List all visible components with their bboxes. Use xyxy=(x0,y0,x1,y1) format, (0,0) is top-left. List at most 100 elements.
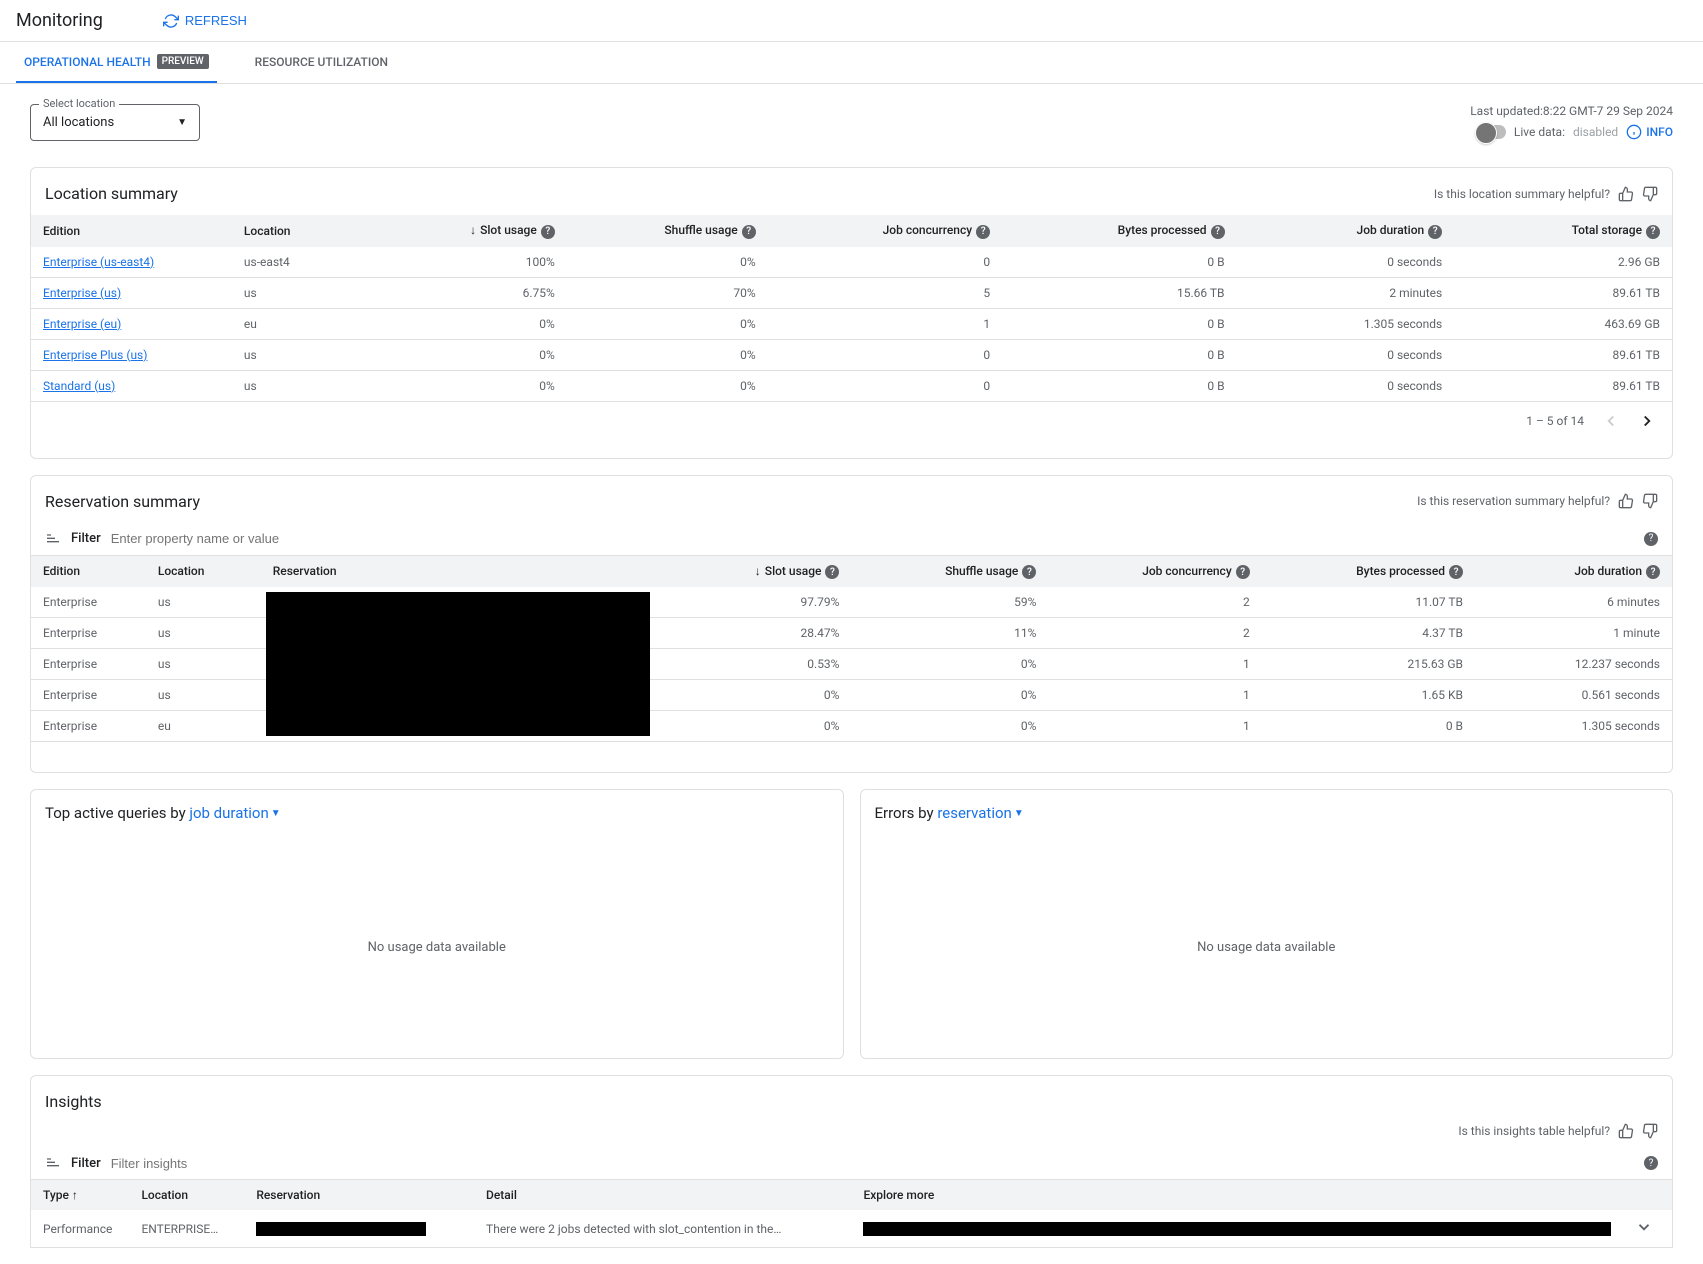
thumb-down-icon[interactable] xyxy=(1642,1123,1658,1139)
cell-job-duration: 0.561 seconds xyxy=(1475,680,1672,711)
top-queries-selector[interactable]: job duration ▼ xyxy=(189,804,280,822)
col-type[interactable]: Type ↑ xyxy=(31,1180,129,1210)
help-icon[interactable]: ? xyxy=(1644,1156,1658,1170)
cell-job-duration: 0 seconds xyxy=(1237,370,1455,401)
sort-asc-icon: ↑ xyxy=(72,1188,78,1202)
errors-selector[interactable]: reservation ▼ xyxy=(937,804,1023,822)
cell-slot-usage: 0% xyxy=(366,339,567,370)
col-explore-more[interactable]: Explore more xyxy=(851,1180,1622,1210)
cell-total-storage: 463.69 GB xyxy=(1454,308,1672,339)
tab-operational-health[interactable]: OPERATIONAL HEALTH PREVIEW xyxy=(16,42,217,83)
col-shuffle-usage[interactable]: Shuffle usage? xyxy=(567,215,768,247)
col-total-storage[interactable]: Total storage? xyxy=(1454,215,1672,247)
col-edition[interactable]: Edition xyxy=(31,215,232,247)
help-icon[interactable]: ? xyxy=(1428,225,1442,239)
help-icon[interactable]: ? xyxy=(976,225,990,239)
pager-next-button[interactable] xyxy=(1638,412,1656,430)
col-job-concurrency[interactable]: Job concurrency? xyxy=(768,215,1002,247)
cell-slot-usage: 6.75% xyxy=(366,277,567,308)
thumb-down-icon[interactable] xyxy=(1642,493,1658,509)
tab-resource-utilization[interactable]: RESOURCE UTILIZATION xyxy=(247,42,396,83)
col-job-duration[interactable]: Job duration? xyxy=(1237,215,1455,247)
cell-total-storage: 2.96 GB xyxy=(1454,247,1672,278)
cell-bytes-processed: 11.07 TB xyxy=(1262,587,1475,618)
help-icon[interactable]: ? xyxy=(1022,565,1036,579)
cell-edition: Enterprise xyxy=(31,711,146,742)
insights-filter-input[interactable] xyxy=(111,1156,1634,1171)
cell-bytes-processed: 4.37 TB xyxy=(1262,618,1475,649)
info-button[interactable]: INFO xyxy=(1626,124,1673,140)
cell-location: eu xyxy=(146,711,261,742)
col-slot-usage[interactable]: ↓Slot usage? xyxy=(655,556,852,588)
help-icon[interactable]: ? xyxy=(1236,565,1250,579)
filter-input[interactable] xyxy=(111,531,1634,546)
top-queries-panel: Top active queries by job duration ▼ No … xyxy=(30,789,844,1059)
col-bytes-processed[interactable]: Bytes processed? xyxy=(1262,556,1475,588)
col-reservation[interactable]: Reservation xyxy=(244,1180,474,1210)
cell-job-concurrency: 2 xyxy=(1048,587,1261,618)
help-icon[interactable]: ? xyxy=(1644,532,1658,546)
help-icon[interactable]: ? xyxy=(1211,225,1225,239)
help-icon[interactable]: ? xyxy=(1449,565,1463,579)
thumb-up-icon[interactable] xyxy=(1618,186,1634,202)
col-job-duration[interactable]: Job duration? xyxy=(1475,556,1672,588)
cell-bytes-processed: 0 B xyxy=(1262,711,1475,742)
help-icon[interactable]: ? xyxy=(742,225,756,239)
tab-label: RESOURCE UTILIZATION xyxy=(255,55,388,69)
col-bytes-processed[interactable]: Bytes processed? xyxy=(1002,215,1236,247)
expand-row-button[interactable] xyxy=(1623,1210,1672,1248)
cell-shuffle-usage: 0% xyxy=(851,711,1048,742)
help-icon[interactable]: ? xyxy=(825,565,839,579)
col-slot-usage[interactable]: ↓Slot usage? xyxy=(366,215,567,247)
cell-slot-usage: 97.79% xyxy=(655,587,852,618)
filter-icon xyxy=(45,531,61,547)
cell-bytes-processed: 0 B xyxy=(1002,339,1236,370)
pager-prev-button[interactable] xyxy=(1602,412,1620,430)
cell-location: us xyxy=(232,277,366,308)
chevron-down-icon: ▼ xyxy=(271,808,281,819)
live-data-toggle[interactable] xyxy=(1478,125,1506,139)
edition-link[interactable]: Enterprise (us) xyxy=(43,286,121,300)
table-row[interactable]: Performance ENTERPRISE… There were 2 job… xyxy=(31,1210,1672,1248)
cell-reservation-redacted xyxy=(261,711,655,742)
helpful-prompt: Is this location summary helpful? xyxy=(1434,187,1610,201)
edition-link[interactable]: Standard (us) xyxy=(43,379,115,393)
col-shuffle-usage[interactable]: Shuffle usage? xyxy=(851,556,1048,588)
col-edition[interactable]: Edition xyxy=(31,556,146,588)
cell-location: us-east4 xyxy=(232,247,366,278)
table-row: Enterprise us 97.79% 59% 2 11.07 TB 6 mi… xyxy=(31,587,1672,618)
help-icon[interactable]: ? xyxy=(1646,225,1660,239)
cell-edition: Enterprise xyxy=(31,680,146,711)
select-location-dropdown[interactable]: Select location All locations ▼ xyxy=(30,104,200,141)
edition-link[interactable]: Enterprise (us-east4) xyxy=(43,255,154,269)
col-location[interactable]: Location xyxy=(146,556,261,588)
thumb-up-icon[interactable] xyxy=(1618,1123,1634,1139)
thumb-up-icon[interactable] xyxy=(1618,493,1634,509)
col-detail[interactable]: Detail xyxy=(474,1180,851,1210)
cell-job-duration: 12.237 seconds xyxy=(1475,649,1672,680)
cell-location: ENTERPRISE… xyxy=(129,1210,244,1248)
errors-panel: Errors by reservation ▼ No usage data av… xyxy=(860,789,1674,1059)
cell-location: us xyxy=(146,649,261,680)
help-icon[interactable]: ? xyxy=(1646,565,1660,579)
sort-desc-icon: ↓ xyxy=(755,564,761,578)
cell-slot-usage: 0.53% xyxy=(655,649,852,680)
col-job-concurrency[interactable]: Job concurrency? xyxy=(1048,556,1261,588)
col-reservation[interactable]: Reservation xyxy=(261,556,655,588)
table-row: Enterprise us 0% 0% 1 1.65 KB 0.561 seco… xyxy=(31,680,1672,711)
sort-desc-icon: ↓ xyxy=(470,223,476,237)
table-row: Enterprise us 28.47% 11% 2 4.37 TB 1 min… xyxy=(31,618,1672,649)
refresh-button[interactable]: REFRESH xyxy=(163,13,247,29)
pager-range: 1 – 5 of 14 xyxy=(1526,414,1584,428)
info-label: INFO xyxy=(1646,125,1673,139)
edition-link[interactable]: Enterprise (eu) xyxy=(43,317,121,331)
last-updated: Last updated:8:22 GMT-7 29 Sep 2024 xyxy=(1470,104,1673,118)
help-icon[interactable]: ? xyxy=(541,225,555,239)
chevron-down-icon: ▼ xyxy=(1014,808,1024,819)
thumb-down-icon[interactable] xyxy=(1642,186,1658,202)
location-summary-panel: Location summary Is this location summar… xyxy=(30,167,1673,459)
edition-link[interactable]: Enterprise Plus (us) xyxy=(43,348,147,362)
cell-job-concurrency: 1 xyxy=(1048,649,1261,680)
col-location[interactable]: Location xyxy=(232,215,366,247)
col-location[interactable]: Location xyxy=(129,1180,244,1210)
